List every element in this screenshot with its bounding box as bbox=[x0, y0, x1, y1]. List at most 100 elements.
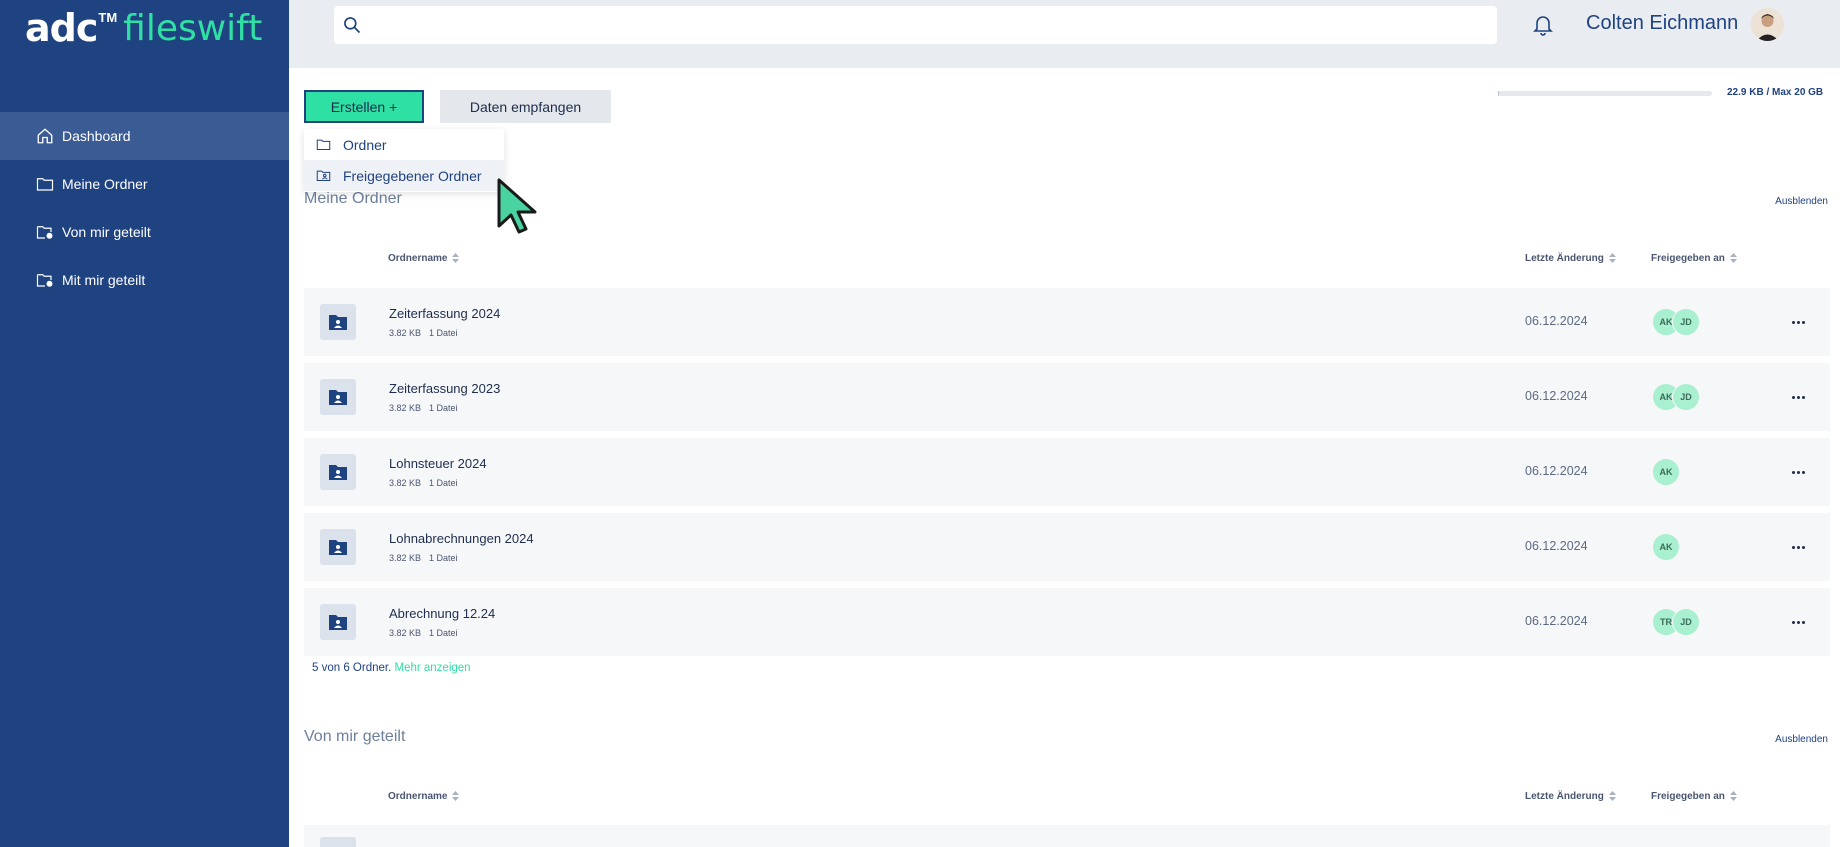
folder-meta: 3.82 KB 1 Datei bbox=[389, 628, 458, 638]
more-options-icon[interactable] bbox=[1788, 387, 1808, 407]
hide-my-folders-link[interactable]: Ausblenden bbox=[1775, 196, 1828, 207]
create-menu-item-shared-folder[interactable]: Freigegebener Ordner bbox=[304, 160, 504, 191]
search-box bbox=[334, 6, 1497, 44]
more-options-icon[interactable] bbox=[1788, 612, 1808, 632]
receive-data-button[interactable]: Daten empfangen bbox=[440, 90, 611, 123]
section-title-shared-by-me: Von mir geteilt bbox=[304, 728, 406, 745]
folder-name[interactable]: Abrechnung 12.24 bbox=[389, 606, 495, 621]
more-options-icon[interactable] bbox=[1788, 462, 1808, 482]
shared-with: AK JD bbox=[1652, 308, 1700, 338]
folder-date: 06.12.2024 bbox=[1525, 614, 1588, 628]
logo-adc: adc bbox=[25, 6, 98, 50]
storage-progress-bar bbox=[1498, 91, 1712, 96]
column-header-label: Letzte Änderung bbox=[1525, 790, 1604, 802]
column-header-modified[interactable]: Letzte Änderung bbox=[1525, 790, 1616, 802]
folder-name[interactable]: Lohnsteuer 2024 bbox=[389, 456, 487, 471]
folder-date: 06.12.2024 bbox=[1525, 539, 1588, 553]
column-header-shared[interactable]: Freigegeben an bbox=[1651, 790, 1737, 802]
folder-icon bbox=[316, 139, 331, 150]
folder-date: 06.12.2024 bbox=[1525, 314, 1588, 328]
mouse-cursor-icon bbox=[497, 178, 537, 234]
sidebar-nav: Dashboard Meine Ordner Von mir geteilt M… bbox=[0, 112, 289, 304]
table-row[interactable]: Abrechnung 12.24 3.82 KB 1 Datei 06.12.20… bbox=[304, 588, 1830, 656]
avatar[interactable] bbox=[1751, 8, 1784, 41]
main-content: Erstellen + Daten empfangen 22.9 KB / Ma… bbox=[289, 68, 1840, 847]
column-header-name[interactable]: Ordnername bbox=[388, 790, 460, 802]
shared-with: AK bbox=[1652, 533, 1680, 563]
folder-name[interactable]: Zeiterfassung 2024 bbox=[389, 306, 500, 321]
menu-item-label: Ordner bbox=[343, 136, 387, 153]
search-icon bbox=[344, 17, 361, 34]
create-menu: Ordner Freigegebener Ordner bbox=[304, 129, 504, 192]
sort-icon bbox=[452, 791, 460, 801]
more-options-icon[interactable] bbox=[1788, 312, 1808, 332]
storage-usage-text: 22.9 KB / Max 20 GB bbox=[1727, 87, 1824, 98]
logo-trademark: TM bbox=[98, 10, 118, 25]
shared-with: TR JD bbox=[1652, 608, 1700, 638]
sidebar-item-dashboard[interactable]: Dashboard bbox=[0, 112, 289, 160]
folder-date: 06.12.2024 bbox=[1525, 389, 1588, 403]
user-badge: JD bbox=[1672, 308, 1700, 336]
logo-product: fileswift bbox=[123, 8, 263, 49]
column-header-shared[interactable]: Freigegeben an bbox=[1651, 252, 1737, 264]
sidebar-item-von-mir-geteilt[interactable]: Von mir geteilt bbox=[0, 208, 289, 256]
sort-icon bbox=[1608, 253, 1616, 263]
sort-icon bbox=[1729, 253, 1737, 263]
sidebar: adc TM fileswift Dashboard Meine Ordner … bbox=[0, 0, 289, 847]
table-row[interactable]: Zeiterfassung 2023 3.82 KB 1 Datei 06.12.… bbox=[304, 363, 1830, 431]
folder-name[interactable]: Lohnabrechnungen 2024 bbox=[389, 531, 534, 546]
shared-folder-icon bbox=[320, 379, 356, 415]
table-row[interactable]: Lohnsteuer 2024 3.82 KB 1 Datei 06.12.202… bbox=[304, 438, 1830, 506]
show-more-link[interactable]: Mehr anzeigen bbox=[394, 662, 470, 674]
more-options-icon[interactable] bbox=[1788, 537, 1808, 557]
bell-icon[interactable] bbox=[1531, 12, 1555, 36]
sort-icon bbox=[1729, 791, 1737, 801]
column-header-modified[interactable]: Letzte Änderung bbox=[1525, 252, 1616, 264]
user-name[interactable]: Colten Eichmann bbox=[1586, 12, 1738, 35]
folder-icon bbox=[36, 175, 54, 193]
shared-folder-icon bbox=[320, 604, 356, 640]
column-header-label: Ordnername bbox=[388, 252, 448, 264]
summary-text: 5 von 6 Ordner. bbox=[312, 662, 392, 674]
column-header-name[interactable]: Ordnername bbox=[388, 252, 460, 264]
shared-folder-icon bbox=[320, 837, 356, 847]
sidebar-item-label: Mit mir geteilt bbox=[62, 272, 146, 288]
table-row[interactable]: Zeiterfassung 2024 3.82 KB 1 Datei 06.12.… bbox=[304, 288, 1830, 356]
shared-folder-icon bbox=[320, 454, 356, 490]
shared-folder-icon bbox=[320, 304, 356, 340]
hide-shared-by-me-link[interactable]: Ausblenden bbox=[1775, 734, 1828, 745]
shared-folder-icon bbox=[316, 170, 331, 181]
sidebar-item-meine-ordner[interactable]: Meine Ordner bbox=[0, 160, 289, 208]
folder-name[interactable]: Zeiterfassung 2023 bbox=[389, 381, 500, 396]
table-row[interactable] bbox=[304, 825, 1830, 847]
sort-icon bbox=[452, 253, 460, 263]
search-input[interactable] bbox=[362, 6, 1497, 44]
column-header-label: Freigegeben an bbox=[1651, 252, 1725, 264]
create-menu-item-folder[interactable]: Ordner bbox=[304, 129, 504, 160]
section-title-my-folders: Meine Ordner bbox=[304, 190, 402, 207]
folder-meta: 3.82 KB 1 Datei bbox=[389, 403, 458, 413]
user-badge: JD bbox=[1672, 383, 1700, 411]
folder-meta: 3.82 KB 1 Datei bbox=[389, 478, 458, 488]
sidebar-item-label: Dashboard bbox=[62, 128, 131, 144]
table-row[interactable]: Lohnabrechnungen 2024 3.82 KB 1 Datei 06.… bbox=[304, 513, 1830, 581]
shared-folder-out-icon bbox=[36, 223, 54, 241]
home-icon bbox=[36, 127, 54, 145]
folder-date: 06.12.2024 bbox=[1525, 464, 1588, 478]
column-header-label: Freigegeben an bbox=[1651, 790, 1725, 802]
shared-folder-in-icon bbox=[36, 271, 54, 289]
shared-with: AK JD bbox=[1652, 383, 1700, 413]
user-badge: JD bbox=[1672, 608, 1700, 636]
top-bar: Colten Eichmann bbox=[289, 0, 1840, 68]
app-logo[interactable]: adc TM fileswift bbox=[25, 4, 262, 52]
create-button[interactable]: Erstellen + bbox=[304, 90, 424, 123]
folder-meta: 3.82 KB 1 Datei bbox=[389, 328, 458, 338]
column-header-label: Ordnername bbox=[388, 790, 448, 802]
user-badge: AK bbox=[1652, 533, 1680, 561]
column-header-label: Letzte Änderung bbox=[1525, 252, 1604, 264]
folder-meta: 3.82 KB 1 Datei bbox=[389, 553, 458, 563]
sort-icon bbox=[1608, 791, 1616, 801]
user-badge: AK bbox=[1652, 458, 1680, 486]
shared-folder-icon bbox=[320, 529, 356, 565]
sidebar-item-mit-mir-geteilt[interactable]: Mit mir geteilt bbox=[0, 256, 289, 304]
